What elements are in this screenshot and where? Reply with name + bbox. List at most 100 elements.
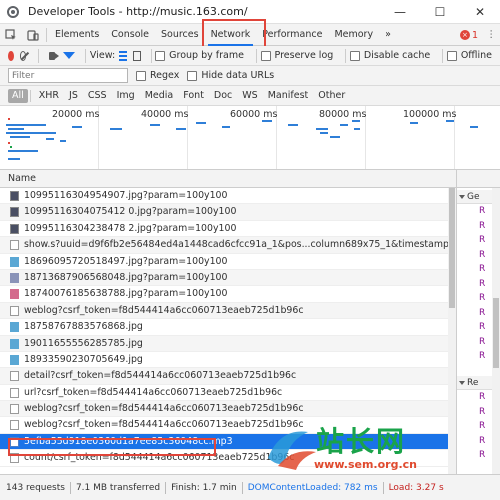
tab-sources[interactable]: Sources xyxy=(155,24,205,46)
error-count: 1 xyxy=(471,29,478,41)
timeline-request-bar xyxy=(110,128,122,130)
table-row[interactable]: 18696095720518497.jpg?param=100y100 xyxy=(0,254,448,270)
status-divider xyxy=(165,481,167,494)
timeline-request-bar xyxy=(262,120,272,122)
table-row[interactable]: show.s?uuid=d9f6fb2e56484ed4a1448cad6cfc… xyxy=(0,237,448,254)
large-rows-icon[interactable] xyxy=(119,50,127,61)
tab-memory[interactable]: Memory xyxy=(328,24,379,46)
name-column-header[interactable]: Name xyxy=(0,170,456,188)
regex-checkbox[interactable]: Regex xyxy=(136,70,179,81)
disable-cache-checkbox[interactable]: Disable cache xyxy=(349,50,430,61)
header-key: R xyxy=(479,206,486,216)
timeline-request-bar xyxy=(10,146,12,148)
timeline-request-bar xyxy=(222,126,230,128)
maximize-button[interactable]: ☐ xyxy=(420,0,460,24)
mp3-request-highlight-annotation xyxy=(8,438,216,456)
capture-screenshots-icon[interactable] xyxy=(48,51,59,60)
timeline-request-bar xyxy=(352,120,360,122)
scrollbar-thumb[interactable] xyxy=(493,298,499,368)
preserve-log-checkbox[interactable]: Preserve log xyxy=(260,50,334,61)
table-row[interactable]: 18933590230705649.jpg xyxy=(0,352,448,369)
type-filter-js[interactable]: JS xyxy=(65,89,82,103)
type-filter-xhr[interactable]: XHR xyxy=(35,89,63,103)
scrollbar-thumb[interactable] xyxy=(449,188,455,308)
type-filter-css[interactable]: CSS xyxy=(84,89,111,103)
group-by-frame-checkbox[interactable]: Group by frame xyxy=(155,50,244,61)
filter-input[interactable] xyxy=(8,68,128,83)
request-details-sidebar: Ge RRRRRRRRRRR Re RRRRR xyxy=(457,170,500,474)
type-filter-all[interactable]: All xyxy=(8,88,28,103)
hide-data-urls-checkbox[interactable]: Hide data URLs xyxy=(187,70,274,81)
tab-elements[interactable]: Elements xyxy=(49,24,105,46)
tab-overflow-chevron-icon[interactable]: » xyxy=(379,24,397,46)
image-dark-icon xyxy=(10,223,19,234)
offline-checkbox[interactable]: Offline xyxy=(446,50,492,61)
status-divider xyxy=(382,481,384,494)
timeline-request-bar xyxy=(8,142,10,144)
details-tabs[interactable] xyxy=(457,170,500,188)
checkbox-box xyxy=(446,50,457,61)
table-row[interactable]: weblog?csrf_token=f8d544414a6cc060713eae… xyxy=(0,417,448,434)
minimize-button[interactable]: — xyxy=(380,0,420,24)
table-row[interactable]: 10995116304954907.jpg?param=100y100 xyxy=(0,188,448,205)
type-filter-img[interactable]: Img xyxy=(113,89,139,103)
header-key: R xyxy=(479,249,486,260)
tab-console[interactable]: Console xyxy=(105,24,155,46)
error-counter[interactable]: × 1 xyxy=(459,24,478,46)
request-name: url?csrf_token=f8d544414a6cc060713eaeb72… xyxy=(24,386,283,398)
table-row[interactable]: weblog?csrf_token=f8d544414a6cc060713eae… xyxy=(0,401,448,418)
timeline-request-bar xyxy=(60,140,66,142)
timeline-request-bar xyxy=(288,124,298,126)
type-filter-media[interactable]: Media xyxy=(141,89,178,103)
request-list-scrollbar[interactable] xyxy=(448,188,456,474)
request-name: 18758767883576868.jpg xyxy=(24,321,143,333)
header-key: R xyxy=(479,351,486,361)
timeline-tick-label: 20000 ms xyxy=(52,109,100,120)
request-name: 18933590230705649.jpg xyxy=(24,353,143,365)
type-filter-doc[interactable]: Doc xyxy=(210,89,236,103)
table-row[interactable]: 19011655556285785.jpg xyxy=(0,335,448,352)
table-row[interactable]: 18713687906568048.jpg?param=100y100 xyxy=(0,269,448,287)
toolbar-divider xyxy=(442,48,443,63)
expand-triangle-icon xyxy=(459,194,465,199)
tab-performance[interactable]: Performance xyxy=(256,24,328,46)
type-filter-ws[interactable]: WS xyxy=(238,89,261,103)
table-row[interactable]: 18740076185638788.jpg?param=100y100 xyxy=(0,286,448,303)
checkbox-box xyxy=(187,70,198,81)
view-label: View: xyxy=(89,50,116,61)
request-name: detail?csrf_token=f8d544414a6cc060713eae… xyxy=(24,370,297,382)
type-filter-manifest[interactable]: Manifest xyxy=(264,89,313,103)
image-purple-icon xyxy=(10,272,19,283)
device-toolbar-icon[interactable] xyxy=(22,24,44,46)
table-row[interactable]: 10995116304238478 2.jpg?param=100y100 xyxy=(0,221,448,238)
table-row[interactable]: detail?csrf_token=f8d544414a6cc060713eae… xyxy=(0,368,448,385)
table-row[interactable]: 10995116304075412 0.jpg?param=100y100 xyxy=(0,204,448,221)
document-icon xyxy=(10,420,19,431)
table-row[interactable]: url?csrf_token=f8d544414a6cc060713eaeb72… xyxy=(0,385,448,402)
network-overview-timeline[interactable]: 20000 ms 40000 ms 60000 ms 80000 ms 1000… xyxy=(0,106,500,170)
details-scrollbar[interactable] xyxy=(492,188,500,474)
header-key: R xyxy=(479,450,486,460)
overview-toggle-icon[interactable] xyxy=(133,50,141,61)
filter-icon[interactable] xyxy=(63,52,76,59)
image-pink-icon xyxy=(10,289,19,300)
image-blue-icon xyxy=(10,338,19,349)
request-name: 10995116304954907.jpg?param=100y100 xyxy=(24,190,228,201)
request-name: 10995116304238478 2.jpg?param=100y100 xyxy=(24,222,237,234)
close-button[interactable]: ✕ xyxy=(460,0,500,24)
header-key: R xyxy=(479,421,486,431)
table-row[interactable]: 18758767883576868.jpg xyxy=(0,319,448,336)
type-filter-font[interactable]: Font xyxy=(179,89,208,103)
clear-icon[interactable] xyxy=(19,50,27,61)
record-icon[interactable] xyxy=(8,50,14,61)
request-name: 18696095720518497.jpg?param=100y100 xyxy=(24,255,228,267)
type-filter-other[interactable]: Other xyxy=(314,89,349,103)
inspect-element-icon[interactable] xyxy=(0,24,22,46)
expand-triangle-icon xyxy=(459,380,465,385)
more-options-icon[interactable]: ⋮ xyxy=(487,24,497,46)
table-row[interactable]: weblog?csrf_token=f8d544414a6cc060713eae… xyxy=(0,302,448,320)
preserve-log-label: Preserve log xyxy=(274,50,334,61)
window-controls: — ☐ ✕ xyxy=(380,0,500,24)
timeline-tick-label: 80000 ms xyxy=(319,109,367,120)
header-key: R xyxy=(479,336,486,347)
